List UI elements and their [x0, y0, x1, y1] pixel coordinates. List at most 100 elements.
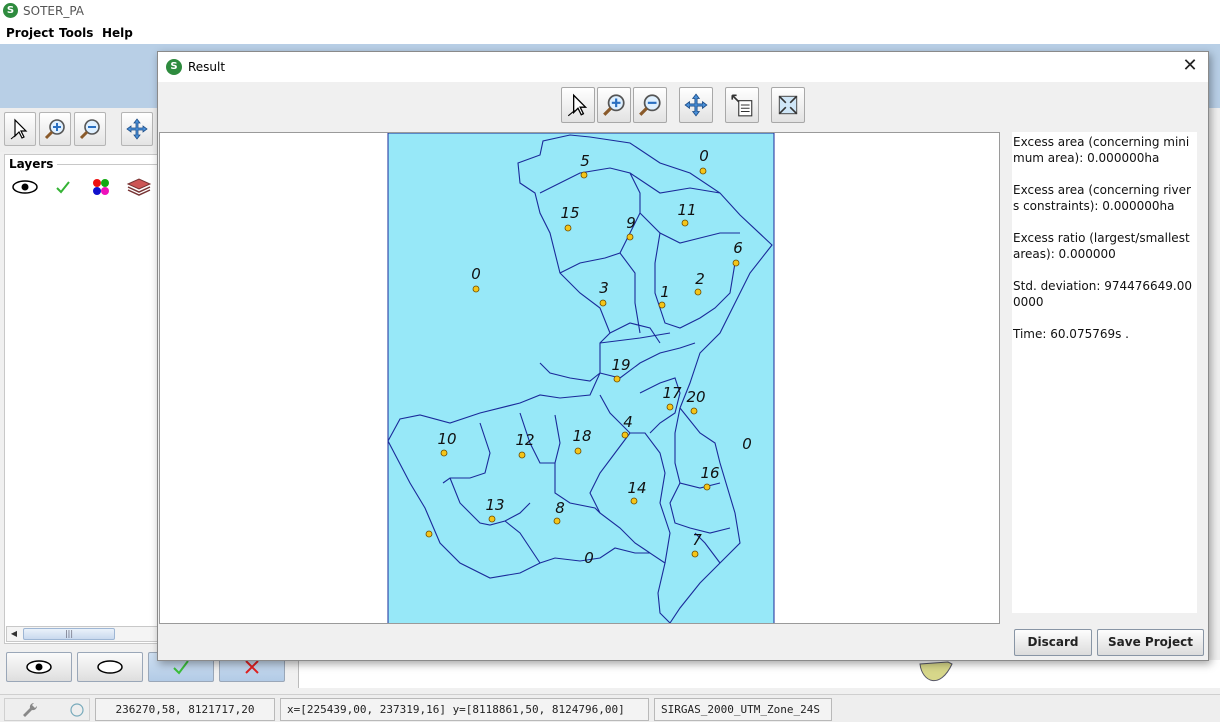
zone-centroid	[621, 431, 629, 439]
statusbar: 236270,58, 8121717,20 x=[225439,00, 2373…	[0, 694, 1220, 722]
feature-info-icon	[731, 94, 753, 117]
pan-icon	[684, 93, 708, 117]
scrollbar-thumb[interactable]: |||	[23, 628, 115, 640]
app-titlebar: S SOTER_PA	[0, 0, 1220, 22]
eye-icon	[26, 660, 52, 674]
dialog-select-button[interactable]	[561, 87, 595, 123]
menubar: Project Tools Help	[0, 22, 1220, 44]
dialog-titlebar: S Result ✕	[158, 52, 1208, 82]
zoom-out-icon	[79, 119, 100, 140]
zone-label: 18	[572, 427, 591, 445]
layers-stack-icon[interactable]	[125, 177, 153, 197]
menu-project[interactable]: Project	[6, 26, 54, 40]
layers-horizontal-scrollbar[interactable]: ◀ |||	[6, 626, 158, 642]
std-deviation-text: Std. deviation: 974476649.000000	[1013, 279, 1192, 309]
zone-centroid	[630, 497, 638, 505]
menu-tools[interactable]: Tools	[59, 26, 93, 40]
zone-centroid	[425, 530, 433, 538]
close-icon[interactable]: ✕	[1180, 57, 1200, 77]
pan-icon	[126, 118, 148, 140]
menu-help[interactable]: Help	[102, 26, 133, 40]
zone-label: 20	[686, 388, 705, 406]
excess-ratio-text: Excess ratio (largest/smallest areas): 0…	[1013, 231, 1190, 261]
map-feature-shape	[919, 661, 953, 682]
map-extent: x=[225439,00, 237319,16] y=[8118861,50, …	[280, 698, 649, 721]
zone-label: 0	[471, 265, 481, 283]
soter-logo-icon: S	[166, 59, 182, 75]
zoom-out-button[interactable]	[74, 112, 106, 146]
zone-label: 15	[560, 204, 579, 222]
zone-label: 16	[700, 464, 719, 482]
save-project-button[interactable]: Save Project	[1097, 629, 1204, 656]
zone-centroid	[553, 517, 561, 525]
zone-label: 10	[437, 430, 456, 448]
zone-centroid	[518, 451, 526, 459]
dialog-zoom-out-button[interactable]	[633, 87, 667, 123]
cursor-icon	[567, 93, 588, 117]
zone-label: 8	[555, 499, 565, 517]
zone-centroid	[574, 447, 582, 455]
cursor-icon	[10, 118, 28, 140]
zone-label: 6	[733, 239, 743, 257]
zone-centroid	[580, 171, 588, 179]
discard-button[interactable]: Discard	[1014, 629, 1092, 656]
result-map[interactable]: 5 015911603 121917 2010 12 1840161413 870	[160, 133, 1000, 624]
zoom-out-icon	[639, 94, 661, 116]
pan-button[interactable]	[121, 112, 153, 146]
crs-indicator: SIRGAS_2000_UTM_Zone_24S	[654, 698, 832, 721]
zoom-in-button[interactable]	[39, 112, 71, 146]
zone-centroid	[691, 550, 699, 558]
eye-closed-icon	[97, 660, 123, 674]
zone-centroid	[732, 259, 740, 267]
select-tool-button[interactable]	[4, 112, 36, 146]
zone-label: 5	[580, 152, 590, 170]
zone-label: 3	[599, 279, 609, 297]
zone-label: 9	[626, 214, 636, 232]
dialog-pan-button[interactable]	[679, 87, 713, 123]
zone-label: 0	[742, 435, 752, 453]
zone-label: 0	[584, 549, 594, 567]
hide-layer-button[interactable]	[77, 652, 143, 682]
zone-centroid	[599, 299, 607, 307]
map-background	[387, 133, 775, 623]
zone-label: 12	[515, 431, 534, 449]
layers-panel: Layers	[4, 154, 158, 644]
settings-tool-field[interactable]	[4, 698, 90, 721]
zone-label: 17	[662, 384, 682, 402]
zone-centroid	[472, 285, 480, 293]
zone-label: 14	[627, 479, 646, 497]
full-extent-icon	[778, 95, 798, 115]
dialog-info-button[interactable]	[725, 87, 759, 123]
dialog-zoom-in-button[interactable]	[597, 87, 631, 123]
excess-area-rivers-text: Excess area (concerning rivers constrain…	[1013, 183, 1191, 213]
colors-icon[interactable]	[87, 177, 115, 197]
zone-centroid	[626, 233, 634, 241]
zone-centroid	[488, 515, 496, 523]
zone-centroid	[699, 167, 707, 175]
globe-icon	[70, 703, 84, 717]
dialog-title: Result	[188, 60, 226, 74]
wrench-icon	[23, 702, 38, 717]
dialog-full-extent-button[interactable]	[771, 87, 805, 123]
main-map-area[interactable]	[298, 660, 1220, 688]
time-text: Time: 60.075769s .	[1013, 327, 1129, 341]
zone-centroid	[613, 375, 621, 383]
zoom-in-icon	[603, 94, 625, 116]
zone-centroid	[658, 301, 666, 309]
check-icon[interactable]	[49, 177, 77, 197]
zone-centroid	[703, 483, 711, 491]
zone-centroid	[681, 219, 689, 227]
visibility-eye-icon[interactable]	[11, 177, 39, 197]
zone-centroid	[440, 449, 448, 457]
zone-label: 7	[692, 531, 702, 549]
result-info-panel: Excess area (concerning minimum area): 0…	[1012, 132, 1197, 613]
result-map-panel[interactable]: 5 0 15 9 11 6 0 3 1 2 19 17 20 10 12 18 4 0 16 14 13 8 7 0	[159, 132, 1000, 624]
zone-label: 19	[611, 356, 630, 374]
zone-label: 11	[677, 201, 696, 219]
soter-logo-icon: S	[3, 3, 18, 18]
zoom-in-icon	[44, 119, 65, 140]
show-layer-button[interactable]	[6, 652, 72, 682]
scroll-left-icon[interactable]: ◀	[8, 628, 20, 640]
zone-label: 2	[695, 270, 705, 288]
layers-header: Layers	[9, 157, 54, 171]
